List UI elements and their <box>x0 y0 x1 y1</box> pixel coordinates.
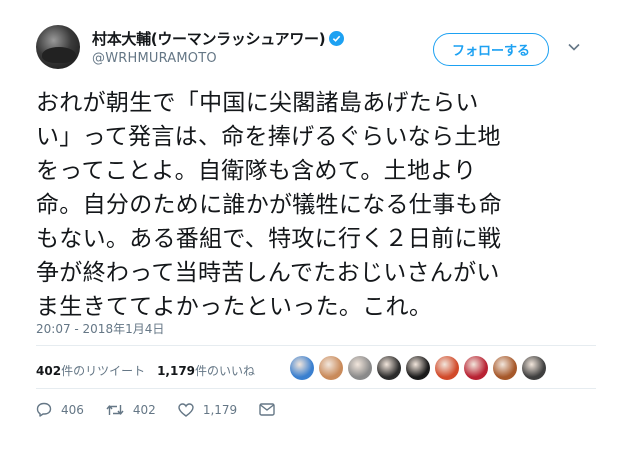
liker-avatars <box>290 356 551 380</box>
likes-stat[interactable]: 1,179件のいいね <box>157 362 255 379</box>
like-count: 1,179 <box>202 402 238 417</box>
reply-button[interactable]: 406 <box>36 402 84 417</box>
retweets-stat-label: 件のリツイート <box>61 364 146 378</box>
tweet-line: ま生きててよかったといった。これ。 <box>36 294 433 320</box>
engagement-stats: 402件のリツイート 1,179件のいいね <box>36 362 267 379</box>
face-avatar-9[interactable] <box>522 356 546 380</box>
retweet-button[interactable]: 402 <box>106 403 156 417</box>
retweet-icon <box>106 404 124 415</box>
tweet-line: 命。自分のために誰かが犠牲になる仕事も命 <box>36 192 502 218</box>
tweet-line: 争が終わって当時苦しんでたおじいさんがい <box>36 260 500 286</box>
tweet-timestamp[interactable]: 20:07 - 2018年1月4日 <box>36 320 164 337</box>
face-avatar-1[interactable] <box>290 356 314 380</box>
author-handle[interactable]: @WRHMURAMOTO <box>92 51 217 66</box>
tweet-text: おれが朝生で「中国に尖閣諸島あげたらい い」って発言は、命を捧げるぐらいなら土地… <box>36 86 596 324</box>
author-name-row: 村本大輔(ウーマンラッシュアワー) <box>92 28 345 49</box>
tweet-actions: 406 402 1,179 <box>36 402 306 417</box>
reply-icon <box>36 402 52 417</box>
envelope-icon <box>259 403 275 416</box>
chevron-down-icon[interactable] <box>568 43 580 51</box>
face-avatar-7[interactable] <box>464 356 488 380</box>
likes-stat-label: 件のいいね <box>195 364 256 378</box>
retweets-stat[interactable]: 402件のリツイート <box>36 362 145 379</box>
divider <box>36 345 596 346</box>
tweet-line: もない。ある番組で、特攻に行く２日前に戦 <box>36 226 502 252</box>
face-avatar-5[interactable] <box>406 356 430 380</box>
divider <box>36 388 596 389</box>
follow-button[interactable]: フォローする <box>433 33 549 66</box>
face-avatar-8[interactable] <box>493 356 517 380</box>
face-avatar-3[interactable] <box>348 356 372 380</box>
retweets-stat-count: 402 <box>36 364 62 378</box>
tweet-line: をってことよ。自衛隊も含めて。土地より <box>36 158 477 184</box>
face-avatar-4[interactable] <box>377 356 401 380</box>
tweet-line: おれが朝生で「中国に尖閣諸島あげたらい <box>36 90 479 116</box>
author-avatar[interactable] <box>36 25 80 69</box>
author-display-name[interactable]: 村本大輔(ウーマンラッシュアワー) <box>92 28 326 49</box>
face-avatar-2[interactable] <box>319 356 343 380</box>
reply-count: 406 <box>61 402 84 417</box>
like-button[interactable]: 1,179 <box>178 403 237 417</box>
retweet-count: 402 <box>132 402 156 417</box>
heart-icon <box>178 402 194 417</box>
tweet-line: い」って発言は、命を捧げるぐらいなら土地 <box>36 124 501 150</box>
likes-stat-count: 1,179 <box>157 364 196 378</box>
verified-badge-icon <box>329 31 345 46</box>
face-avatar-6[interactable] <box>435 356 459 380</box>
direct-message-button[interactable] <box>259 403 284 416</box>
